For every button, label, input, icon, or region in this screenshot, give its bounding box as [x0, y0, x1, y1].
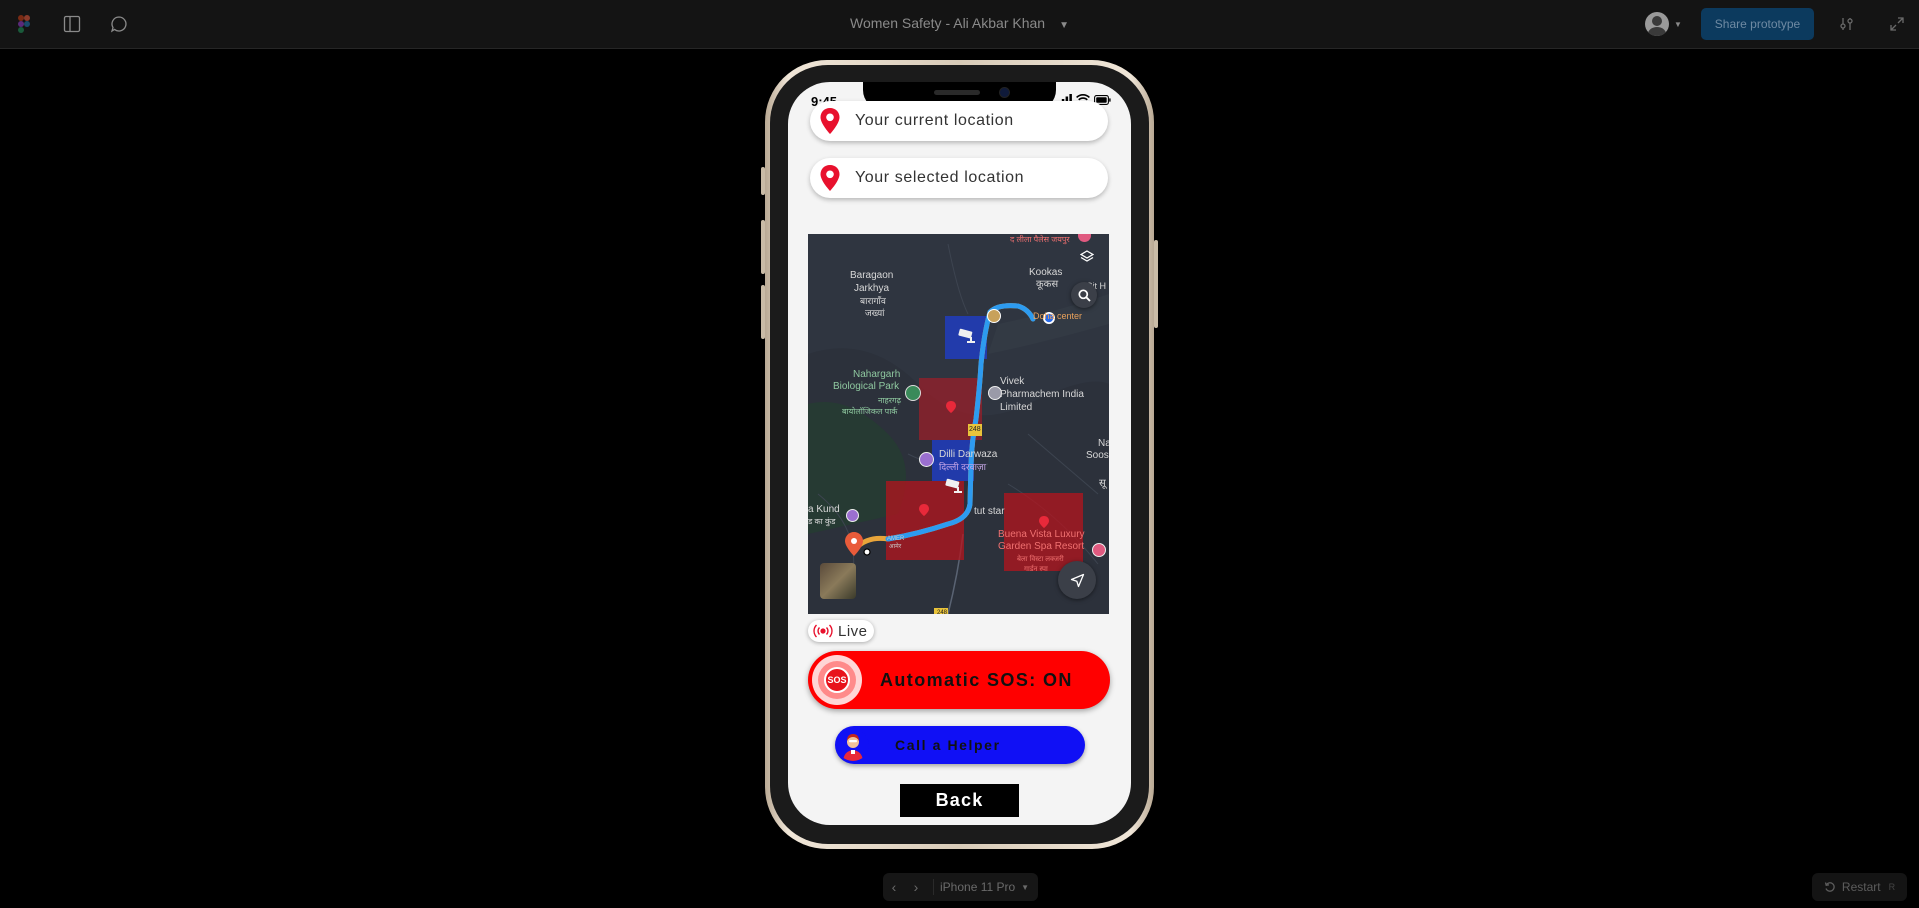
phone-volume-up	[761, 220, 765, 274]
navigate-arrow-icon	[1070, 573, 1084, 587]
map-label: Limited	[1000, 402, 1033, 413]
helper-label: Call a Helper	[895, 737, 1001, 753]
selected-location-field[interactable]: Your selected location	[810, 158, 1108, 198]
settings-sliders-icon[interactable]	[1836, 13, 1858, 35]
chevron-down-icon: ▼	[1059, 20, 1069, 31]
restart-button[interactable]: Restart R	[1812, 873, 1907, 901]
road-sign: 248	[937, 610, 948, 614]
map-label: Baragaon	[850, 270, 894, 281]
automatic-sos-toggle[interactable]: SOS Automatic SOS: ON	[808, 651, 1110, 709]
broadcast-icon	[812, 624, 834, 638]
live-badge: Live	[808, 620, 874, 642]
map-label: Vivek	[1000, 376, 1025, 387]
helper-avatar-icon	[837, 729, 869, 761]
map-label: Doha center	[1033, 311, 1083, 321]
back-button[interactable]: Back	[900, 784, 1019, 817]
map-label: आमेर	[889, 544, 902, 550]
map-label: Buena Vista Luxury	[998, 529, 1085, 540]
user-menu[interactable]: ▼	[1645, 12, 1685, 36]
phone-power-button	[1154, 240, 1158, 328]
previous-frame-button[interactable]: ‹	[883, 879, 905, 895]
live-label: Live	[838, 622, 868, 640]
road-sign: 248	[968, 424, 982, 436]
call-helper-button[interactable]: Call a Helper	[835, 726, 1085, 764]
route-map[interactable]: द लीला पैलेस जयपुर Baragaon Jarkhya बारा…	[808, 234, 1109, 614]
current-location-field[interactable]: Your current location	[810, 101, 1108, 141]
map-label: कूकस	[1036, 279, 1059, 290]
cctv-camera-icon	[957, 328, 977, 344]
map-label: द लीला पैलेस जयपुर	[1010, 235, 1070, 244]
keyboard-shortcut-hint: R	[1888, 882, 1896, 892]
map-label: Biological Park	[833, 381, 900, 392]
map-label: a Kund	[808, 504, 840, 515]
street-view-thumbnail[interactable]	[820, 563, 856, 599]
map-label: Kookas	[1029, 267, 1063, 278]
map-label: tut star	[974, 506, 1005, 517]
map-label: Dilli Darwaza	[939, 449, 998, 460]
layers-button[interactable]	[1074, 244, 1100, 270]
sos-label: Automatic SOS: ON	[880, 669, 1073, 690]
map-label: जख्यां	[865, 308, 885, 318]
phone-side-button	[761, 167, 765, 195]
map-label: Pharmachem India	[1000, 389, 1084, 400]
phone-screen: 9:45 Your current location Your selected…	[788, 82, 1131, 825]
phone-volume-down	[761, 285, 765, 339]
layers-icon	[1080, 250, 1094, 262]
map-label: गार्डन स्पा	[1024, 566, 1048, 573]
expand-icon[interactable]	[1886, 13, 1908, 35]
user-avatar-icon	[1645, 12, 1669, 36]
poi-marker	[846, 509, 859, 522]
map-label: Garden Spa Resort	[998, 541, 1085, 552]
map-label: सू	[1099, 478, 1106, 489]
search-icon	[1077, 288, 1091, 302]
map-label: Na	[1098, 438, 1109, 449]
current-location-placeholder: Your current location	[855, 112, 1014, 129]
figma-toolbar: Women Safety - Ali Akbar Khan ▼ ▼ Share p…	[0, 0, 1919, 49]
poi-marker	[919, 452, 934, 467]
restart-icon	[1824, 882, 1835, 892]
map-label: बायोलॉजिकल पार्क	[842, 407, 898, 416]
device-label[interactable]: iPhone 11 Pro	[940, 880, 1015, 894]
chevron-down-icon: ▼	[1021, 882, 1030, 892]
danger-marker-icon	[919, 504, 929, 516]
map-label: दिल्ली दरवाज़ा	[939, 462, 986, 472]
map-label: Nahargarh	[853, 369, 901, 380]
device-navigator: ‹ › iPhone 11 Pro ▼	[883, 873, 1038, 901]
map-label: बारागाँव	[860, 296, 886, 306]
map-label: ड का कुंड	[808, 517, 836, 526]
next-frame-button[interactable]: ›	[905, 879, 927, 895]
recenter-button[interactable]	[1058, 561, 1096, 599]
map-label: Soos	[1086, 450, 1109, 461]
file-title-text: Women Safety - Ali Akbar Khan	[850, 15, 1046, 31]
danger-marker-icon	[1039, 516, 1049, 528]
file-title[interactable]: Women Safety - Ali Akbar Khan ▼	[0, 15, 1919, 31]
map-label: Jarkhya	[854, 283, 890, 294]
cctv-camera-icon	[944, 478, 964, 494]
selected-location-placeholder: Your selected location	[855, 169, 1025, 186]
danger-marker-icon	[946, 401, 956, 413]
location-pin-icon	[820, 108, 840, 134]
poi-marker	[987, 309, 1001, 323]
poi-marker	[1092, 543, 1106, 557]
restart-label: Restart	[1841, 880, 1881, 894]
sos-icon: SOS	[812, 655, 862, 705]
poi-marker	[905, 385, 921, 401]
share-prototype-button[interactable]: Share prototype	[1701, 8, 1814, 40]
location-pin-icon	[820, 165, 840, 191]
map-search-button[interactable]	[1071, 282, 1097, 308]
chevron-down-icon: ▼	[1674, 19, 1682, 29]
